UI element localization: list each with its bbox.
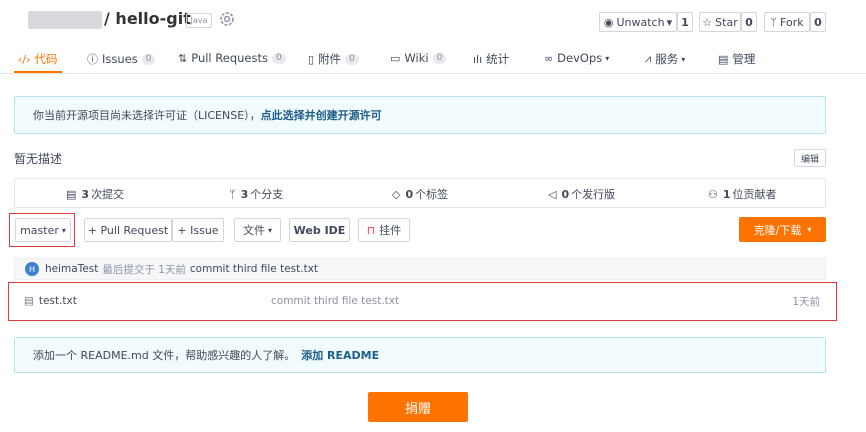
commit-icon: ▤ (66, 187, 77, 201)
tab-manage[interactable]: ▤ 管理 (718, 51, 755, 67)
chart-icon: ılı (473, 52, 483, 66)
clone-download-button[interactable]: 克隆/下载 ▾ (739, 217, 826, 242)
contributors-icon: ⚇ (708, 187, 718, 201)
tab-pull-requests[interactable]: ⇅ Pull Requests 0 (178, 51, 286, 65)
chevron-down-icon: ▾ (61, 225, 66, 235)
chevron-down-icon: ▾ (681, 54, 686, 64)
add-readme-link[interactable]: 添加 README (301, 347, 379, 363)
language-tag: Java (186, 13, 212, 28)
branches-stat[interactable]: ᛘ 3 个分支 (229, 186, 283, 202)
attachment-icon: ▯ (308, 52, 315, 66)
avatar[interactable]: H (25, 262, 39, 276)
file-name-link[interactable]: test.txt (39, 295, 77, 307)
fork-button[interactable]: ᛘ Fork (764, 12, 810, 32)
unwatch-button[interactable]: ◉ Unwatch ▾ (599, 12, 677, 32)
star-icon: ☆ (702, 15, 713, 29)
wiki-icon: ▭ (390, 51, 401, 65)
license-notice: 你当前开源项目尚未选择许可证（LICENSE）， 点此选择并创建开源许可 (14, 96, 826, 134)
file-menu-button[interactable]: 文件 ▾ (234, 218, 281, 242)
owner-name-blurred[interactable] (28, 11, 102, 29)
commit-author[interactable]: heimaTest (45, 263, 98, 275)
repo-description: 暂无描述 (14, 152, 63, 166)
file-row[interactable]: ▤ test.txt commit third file test.txt 1天… (14, 287, 826, 315)
fork-count[interactable]: 0 (810, 12, 826, 32)
commit-meta: 最后提交于 1天前 (102, 263, 186, 276)
pull-request-icon: ⇅ (178, 51, 188, 65)
fork-icon: ᛘ (770, 15, 778, 29)
commits-stat[interactable]: ▤ 3 次提交 (66, 186, 124, 202)
file-commit-message[interactable]: commit third file test.txt (271, 295, 399, 307)
tab-services[interactable]: ⩘ 服务 ▾ (645, 51, 685, 67)
tab-stats[interactable]: ılı 统计 (473, 51, 509, 67)
branch-select[interactable]: master ▾ (15, 218, 71, 242)
web-ide-button[interactable]: Web IDE (289, 218, 350, 242)
manage-icon: ▤ (718, 52, 729, 66)
file-icon: ▤ (24, 295, 34, 307)
widget-button[interactable]: ⊓ 挂件 (358, 218, 410, 242)
tab-attachments[interactable]: ▯ 附件 0 (308, 51, 359, 67)
chevron-down-icon: ▾ (267, 225, 272, 235)
settings-gear-icon[interactable] (219, 11, 235, 27)
bookmark-icon: ⊓ (366, 223, 376, 237)
last-commit-bar: H heimaTest 最后提交于 1天前 commit third file … (14, 258, 826, 280)
issue-icon: ⓘ (87, 53, 98, 66)
tags-stat[interactable]: ◇ 0 个标签 (392, 186, 448, 202)
devops-icon: ∞ (544, 51, 554, 65)
donate-button[interactable]: 捐赠 (368, 392, 468, 422)
tabs-divider (0, 73, 866, 74)
tab-issues[interactable]: ⓘ Issues 0 (87, 51, 156, 67)
tab-code[interactable]: ‹/› 代码 (18, 51, 58, 67)
commit-message-link[interactable]: commit third file test.txt (190, 263, 318, 275)
star-button[interactable]: ☆ Star (699, 12, 741, 32)
edit-description-button[interactable]: 编辑 (794, 149, 826, 167)
star-count[interactable]: 0 (741, 12, 757, 32)
tab-devops[interactable]: ∞ DevOps ▾ (544, 51, 609, 65)
repo-title[interactable]: / hello-git (104, 9, 191, 28)
new-pull-request-button[interactable]: + Pull Request (84, 218, 172, 242)
contributors-stat[interactable]: ⚇ 1 位贡献者 (708, 186, 777, 202)
eye-icon: ◉ (603, 15, 614, 29)
release-icon: ◁ (548, 187, 557, 201)
chevron-down-icon: ▾ (807, 225, 812, 234)
tab-wiki[interactable]: ▭ Wiki 0 (390, 51, 447, 65)
new-issue-button[interactable]: + Issue (172, 218, 224, 242)
repo-name[interactable]: hello-git (115, 9, 190, 28)
create-license-link[interactable]: 点此选择并创建开源许可 (261, 107, 382, 123)
unwatch-count[interactable]: 1 (677, 12, 693, 32)
chevron-down-icon: ▾ (605, 53, 610, 63)
releases-stat[interactable]: ◁ 0 个发行版 (548, 186, 615, 202)
service-icon: ⩘ (645, 52, 652, 65)
file-time: 1天前 (792, 295, 820, 308)
branch-icon: ᛘ (229, 187, 236, 201)
tag-icon: ◇ (392, 187, 401, 201)
code-icon: ‹/› (18, 52, 31, 66)
readme-notice: 添加一个 README.md 文件，帮助感兴趣的人了解。 添加 README (14, 337, 826, 373)
